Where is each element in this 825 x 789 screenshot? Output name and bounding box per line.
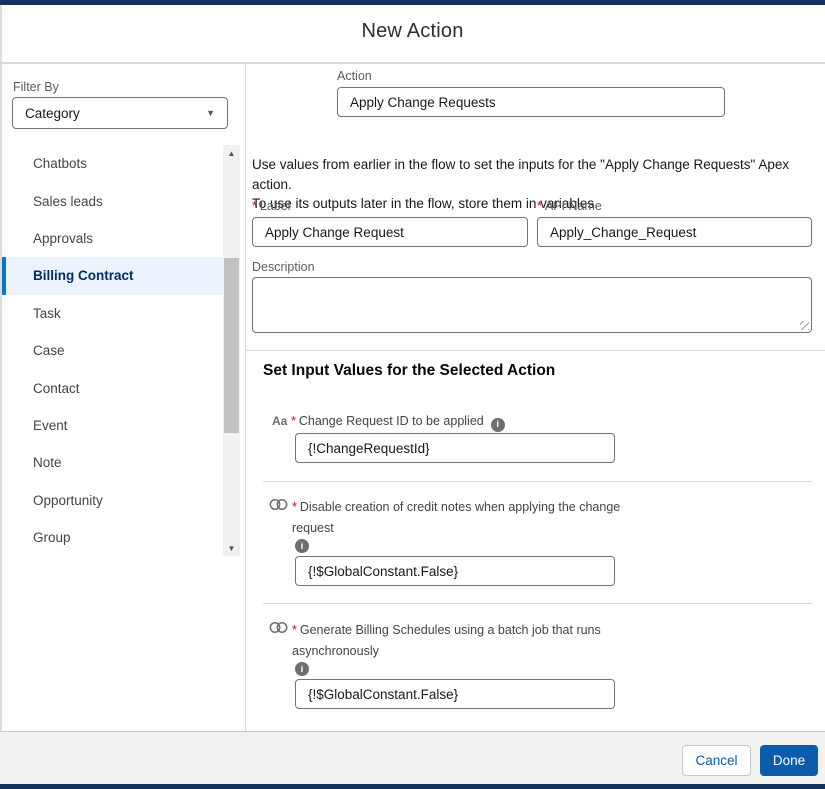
intro-line-2: To use its outputs later in the flow, st… [252, 196, 598, 212]
sidebar-item-case[interactable]: Case [2, 331, 223, 370]
param-3-label: * Generate Billing Schedules using a batc… [292, 623, 601, 659]
window-bottom-bar [0, 784, 825, 789]
param-divider [263, 481, 812, 482]
done-button[interactable]: Done [760, 745, 818, 776]
sidebar-item-event[interactable]: Event [2, 406, 223, 445]
param-1-input[interactable] [295, 433, 615, 463]
param-2-input[interactable] [295, 556, 615, 586]
api-name-input[interactable] [537, 217, 812, 247]
sidebar-item-opportunity[interactable]: Opportunity [2, 481, 223, 519]
required-asterisk: * [537, 199, 542, 213]
scrollbar-thumb[interactable] [224, 258, 239, 433]
param-3-input[interactable] [295, 679, 615, 709]
required-asterisk: * [252, 199, 257, 213]
filter-by-label: Filter By [13, 80, 59, 94]
category-filter-value: Category [25, 105, 80, 121]
required-asterisk: * [291, 414, 296, 428]
scroll-down-icon[interactable]: ▼ [223, 540, 240, 556]
text-type-icon: Aa [272, 414, 288, 428]
required-asterisk: * [292, 500, 297, 514]
description-textarea[interactable] [252, 277, 812, 333]
intro-line-1: Use values from earlier in the flow to s… [252, 157, 790, 192]
description-label: Description [252, 260, 315, 274]
required-asterisk: * [292, 623, 297, 637]
sidebar-item-sales-leads[interactable]: Sales leads [2, 182, 223, 220]
boolean-type-icon [269, 621, 288, 639]
category-filter-select[interactable]: Category ▼ [12, 97, 228, 129]
sidebar-scrollbar[interactable]: ▲ ▼ [223, 145, 240, 556]
sidebar-item-chatbots[interactable]: Chatbots [2, 145, 223, 183]
sidebar-item-task[interactable]: Task [2, 294, 223, 332]
sidebar-content-divider [245, 64, 246, 731]
param-divider [263, 603, 812, 604]
chevron-down-icon: ▼ [206, 108, 215, 118]
category-list: Chatbots Sales leads Approvals Billing C… [2, 145, 223, 557]
intro-text: Use values from earlier in the flow to s… [252, 155, 818, 214]
scroll-up-icon[interactable]: ▲ [223, 145, 240, 161]
header-divider [0, 62, 825, 64]
sidebar-item-group[interactable]: Group [2, 518, 223, 557]
action-label: Action [337, 69, 372, 83]
info-icon[interactable]: i [490, 417, 505, 432]
modal-title: New Action [361, 20, 464, 42]
info-icon[interactable]: i [295, 662, 309, 676]
sidebar-item-billing-contract[interactable]: Billing Contract [2, 257, 223, 295]
window-top-bar [0, 0, 825, 5]
section-title: Set Input Values for the Selected Action [263, 362, 556, 379]
param-1-label: * Change Request ID to be applied i [291, 414, 671, 432]
api-name-field-label: * API Name [537, 199, 602, 213]
sidebar-item-approvals[interactable]: Approvals [2, 219, 223, 258]
boolean-type-icon [269, 498, 288, 516]
section-divider [245, 350, 825, 351]
param-2-label: * Disable creation of credit notes when a… [292, 500, 621, 536]
sidebar-item-contact[interactable]: Contact [2, 369, 223, 407]
sidebar-item-note[interactable]: Note [2, 444, 223, 482]
label-field-label: * Label [252, 199, 291, 213]
label-input[interactable] [252, 217, 528, 247]
info-icon[interactable]: i [295, 539, 309, 553]
action-input[interactable] [337, 87, 725, 117]
cancel-button[interactable]: Cancel [682, 745, 751, 776]
